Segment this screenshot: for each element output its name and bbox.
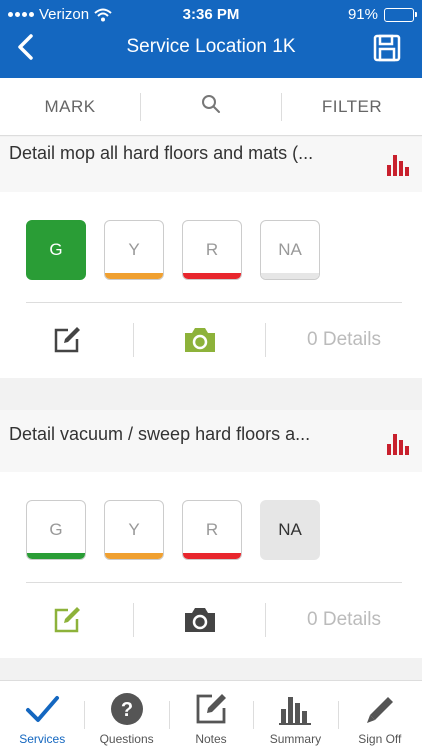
toolbar: MARK FILTER [0,78,422,136]
bar-chart-icon [279,697,312,725]
battery-group: 91% [347,6,417,23]
rating-label: G [49,520,63,539]
details-link[interactable]: 0 Details [266,329,422,351]
rating-label: Y [128,520,140,539]
bar-chart-icon[interactable] [386,430,412,456]
rating-r-button[interactable]: R [182,220,242,280]
task-header: Detail mop all hard floors and mats (... [0,137,422,193]
search-button[interactable] [141,94,281,119]
rating-group: G Y R NA [26,500,320,560]
svg-text:?: ? [121,699,133,721]
tab-label: Notes [195,732,227,746]
task-title: Detail vacuum / sweep hard floors a... [9,424,311,444]
rating-label: G [49,240,63,259]
pen-icon [366,697,393,723]
tab-summary[interactable]: Summary [253,681,337,750]
edit-button[interactable] [0,605,133,635]
camera-icon [184,608,215,632]
notes-icon [196,694,227,724]
tab-services[interactable]: Services [0,681,84,750]
tab-questions[interactable]: ? Questions [84,681,168,750]
task-card: G Y R NA 0 Details [0,472,422,658]
bar-chart-icon[interactable] [386,151,412,177]
tab-label: Questions [99,732,154,746]
rating-na-button[interactable]: NA [260,500,320,560]
task-title: Detail mop all hard floors and mats (... [9,143,314,163]
tab-notes[interactable]: Notes [168,681,253,750]
rating-color-bar [261,273,319,279]
rating-g-button[interactable]: G [26,500,86,560]
mark-button[interactable]: MARK [0,97,140,117]
rating-label: NA [278,240,302,259]
rating-r-button[interactable]: R [182,500,242,560]
rating-color-bar [105,273,163,279]
card-actions: 0 Details [0,600,422,640]
top-bar: Verizon 3:36 PM 91% Service Location 1K [0,0,422,78]
card-divider [26,302,402,303]
rating-label: R [205,520,219,539]
status-bar: Verizon 3:36 PM 91% [0,0,422,30]
tab-sign-off[interactable]: Sign Off [337,681,422,750]
rating-label: Y [128,240,140,259]
rating-label: NA [278,520,302,539]
rating-group: G Y R NA [26,220,320,280]
checkmark-icon [26,696,60,722]
edit-button[interactable] [0,325,133,355]
save-icon[interactable] [372,33,402,63]
filter-button[interactable]: FILTER [282,97,422,117]
details-link[interactable]: 0 Details [266,609,422,631]
edit-icon [54,327,80,353]
rating-y-button[interactable]: Y [104,220,164,280]
camera-button[interactable] [134,326,265,354]
search-icon [202,95,220,113]
rating-color-bar [183,273,241,279]
card-divider [26,582,402,583]
page-title: Service Location 1K [126,36,296,57]
task-card: G Y R NA 0 Details [0,192,422,378]
rating-color-bar [183,553,241,559]
rating-color-bar [105,553,163,559]
details-count: 0 Details [307,329,381,350]
battery-icon [384,7,417,22]
rating-label: R [205,240,219,259]
tab-label: Services [19,732,66,746]
tab-label: Sign Off [358,732,402,746]
card-actions: 0 Details [0,320,422,360]
tab-label: Summary [269,732,322,746]
details-count: 0 Details [307,609,381,630]
camera-button[interactable] [134,606,265,634]
rating-y-button[interactable]: Y [104,500,164,560]
edit-icon [54,607,80,633]
question-icon: ? [110,693,143,725]
camera-icon [184,328,215,352]
tab-bar: Services ? Questions Notes Summary Sign … [0,680,422,750]
rating-g-button[interactable]: G [26,220,86,280]
battery-percent: 91% [347,6,378,23]
rating-color-bar [27,553,85,559]
task-header: Detail vacuum / sweep hard floors a... [0,410,422,472]
rating-na-button[interactable]: NA [260,220,320,280]
